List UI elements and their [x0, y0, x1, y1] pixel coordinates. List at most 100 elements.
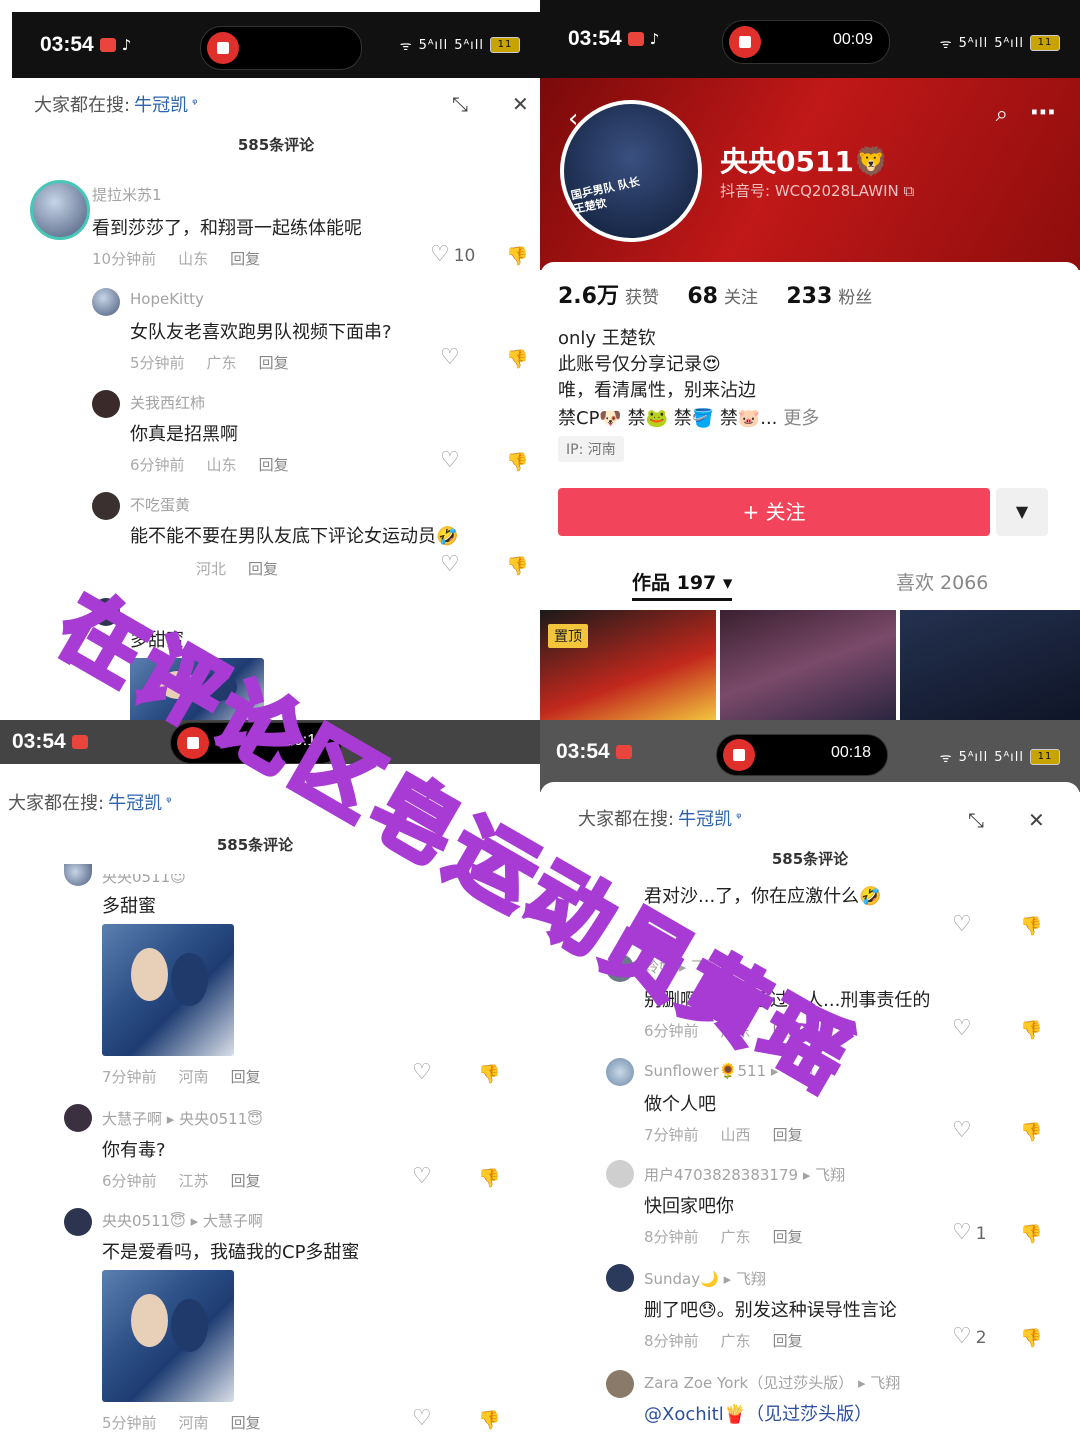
reply-button[interactable]: 回复 [773, 1126, 803, 1144]
comment-username[interactable]: 用户4703828383179 ▸ 飞翔 [644, 1164, 845, 1185]
trending-keyword[interactable]: 牛冠凯 [678, 805, 732, 831]
comment-image[interactable] [102, 1270, 234, 1402]
heart-icon[interactable]: ♡ [412, 1406, 432, 1431]
video-thumbnail[interactable]: 置顶 [540, 610, 716, 720]
dislike-icon[interactable]: 👎 [506, 349, 528, 370]
stat-following-number[interactable]: 68 [687, 284, 718, 309]
avatar[interactable] [606, 1264, 634, 1292]
dislike-icon[interactable]: 👎 [1020, 1122, 1042, 1143]
record-app-icon [627, 32, 644, 46]
avatar[interactable] [30, 180, 90, 240]
screen-record-pill[interactable] [200, 26, 362, 70]
active-tab-indicator [632, 598, 732, 601]
avatar[interactable] [64, 864, 92, 886]
comment-location: 河北 [196, 560, 227, 578]
profile-avatar[interactable]: 国乒男队 队长王楚钦 [560, 100, 702, 242]
reply-button[interactable]: 回复 [259, 456, 289, 474]
dislike-icon[interactable]: 👎 [506, 452, 528, 473]
heart-icon[interactable]: ♡ [952, 1118, 972, 1143]
dislike-icon[interactable]: 👎 [506, 246, 528, 267]
follow-dropdown-button[interactable]: ▼ [996, 488, 1048, 536]
video-thumbnail[interactable] [720, 610, 896, 720]
reply-button[interactable]: 回复 [231, 1414, 261, 1432]
expand-icon[interactable]: ⤡ [452, 92, 468, 116]
avatar[interactable] [606, 1058, 634, 1086]
close-icon[interactable]: ✕ [512, 92, 529, 116]
avatar[interactable] [606, 1160, 634, 1188]
dislike-icon[interactable]: 👎 [478, 1168, 500, 1189]
avatar[interactable] [92, 390, 120, 418]
heart-icon[interactable]: ♡ 10 [430, 242, 475, 267]
record-stop-icon[interactable] [207, 32, 239, 64]
dislike-icon[interactable]: 👎 [478, 1064, 500, 1085]
search-icon[interactable]: ⌕ [996, 102, 1008, 127]
reply-button[interactable]: 回复 [230, 250, 260, 268]
video-thumbnail[interactable] [900, 610, 1080, 720]
heart-icon[interactable]: ♡ [952, 912, 972, 937]
heart-icon[interactable]: ♡ [952, 1016, 972, 1041]
trending-keyword[interactable]: 牛冠凯 [134, 91, 188, 117]
screen-record-pill[interactable]: 00:18 [716, 734, 888, 776]
comment-username[interactable]: Zara Zoe York（见过莎头版） ▸ 飞翔 [644, 1372, 900, 1393]
follow-button[interactable]: + 关注 [558, 488, 990, 536]
trending-prefix: 大家都在搜: [8, 793, 105, 814]
status-time: 03:54 [40, 33, 94, 56]
tab-works[interactable]: 作品 197 ▾ [632, 568, 732, 595]
dislike-icon[interactable]: 👎 [1020, 1224, 1042, 1245]
close-icon[interactable]: ✕ [1028, 808, 1045, 832]
tab-likes[interactable]: 喜欢 2066 [896, 568, 988, 595]
bio-more-link[interactable]: 更多 [783, 408, 819, 429]
dislike-icon[interactable]: 👎 [1020, 1020, 1042, 1041]
reply-button[interactable]: 回复 [231, 1172, 261, 1190]
comment-username[interactable]: 不吃蛋黄 [130, 494, 190, 515]
avatar[interactable] [64, 1208, 92, 1236]
heart-icon[interactable]: ♡ [440, 448, 460, 473]
comment-text: 能不能不要在男队友底下评论女运动员🤣 [130, 526, 459, 547]
heart-icon[interactable]: ♡ 2 [952, 1324, 987, 1349]
trending-search-bar[interactable]: 大家都在搜: 牛冠凯 ᵠ [540, 792, 1080, 844]
comment-username[interactable]: HopeKitty [130, 290, 204, 308]
stat-following-label[interactable]: 关注 [724, 288, 758, 308]
avatar[interactable] [92, 492, 120, 520]
screen-record-pill[interactable]: 00:09 [722, 20, 890, 64]
reply-button[interactable]: 回复 [773, 1228, 803, 1246]
stat-followers-number[interactable]: 233 [786, 284, 832, 309]
heart-icon[interactable]: ♡ [412, 1060, 432, 1085]
trending-keyword[interactable]: 牛冠凯 [108, 789, 162, 815]
heart-icon[interactable]: ♡ [412, 1164, 432, 1189]
dislike-icon[interactable]: 👎 [506, 556, 528, 577]
expand-icon[interactable]: ⤡ [968, 808, 984, 832]
comment-username[interactable]: 央央0511😇 [102, 874, 186, 887]
stat-followers-label[interactable]: 粉丝 [838, 288, 872, 308]
reply-button[interactable]: 回复 [231, 1068, 261, 1086]
comment-time: 5分钟前 [102, 1414, 157, 1432]
comment-username[interactable]: Sunday🌙 ▸ 飞翔 [644, 1268, 766, 1289]
comment-time: 10分钟前 [92, 250, 157, 268]
avatar[interactable] [92, 288, 120, 316]
avatar[interactable] [64, 1104, 92, 1132]
comment-username[interactable]: 关我西红柿 [130, 392, 205, 413]
dislike-icon[interactable]: 👎 [1020, 916, 1042, 937]
avatar[interactable] [606, 1370, 634, 1398]
trending-prefix: 大家都在搜: [578, 809, 675, 830]
more-icon[interactable]: ⋯ [1030, 98, 1056, 128]
reply-button[interactable]: 回复 [259, 354, 289, 372]
profile-douyin-id[interactable]: 抖音号: WCQ2028LAWIN ⧉ [720, 180, 914, 201]
reply-button[interactable]: 回复 [248, 560, 278, 578]
search-icon: ᵠ [192, 96, 198, 112]
comment-username[interactable]: 央央0511😇 ▸ 大慧子啊 [102, 1210, 263, 1231]
heart-icon[interactable]: ♡ [440, 345, 460, 370]
like-count: 10 [453, 246, 476, 266]
comment-text: 不是爱看吗，我磕我的CP多甜蜜 [102, 1242, 360, 1263]
record-stop-icon[interactable] [723, 739, 755, 771]
dislike-icon[interactable]: 👎 [1020, 1328, 1042, 1349]
dislike-icon[interactable]: 👎 [478, 1410, 500, 1431]
heart-icon[interactable]: ♡ [440, 552, 460, 577]
comment-image[interactable] [102, 924, 234, 1056]
heart-icon[interactable]: ♡ 1 [952, 1220, 987, 1245]
comment-username[interactable]: 提拉米苏1 [92, 184, 162, 205]
reply-button[interactable]: 回复 [773, 1332, 803, 1350]
record-stop-icon[interactable] [729, 26, 761, 58]
comment-username[interactable]: 大慧子啊 ▸ 央央0511😇 [102, 1108, 263, 1129]
comment-count: 585条评论 [237, 136, 315, 154]
